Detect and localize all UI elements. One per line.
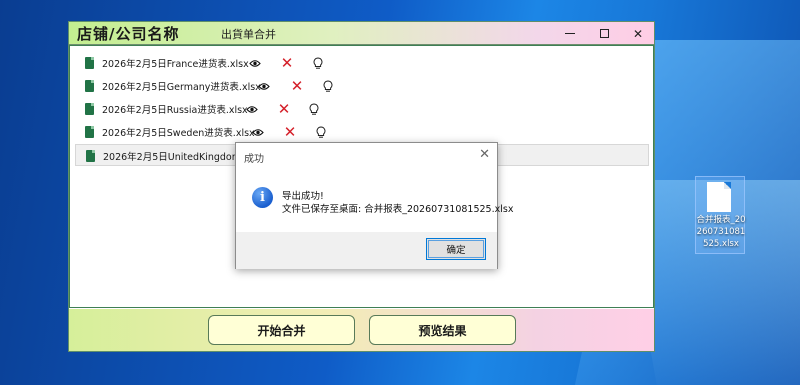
dialog-title: 成功: [244, 154, 264, 165]
lightbulb-icon[interactable]: [305, 99, 323, 119]
dialog-footer: 确定: [236, 232, 497, 269]
document-icon: [707, 182, 731, 212]
x-icon[interactable]: ✕: [275, 99, 293, 119]
file-row-sweden[interactable]: 2026年2月5日Sweden进货表.xlsx ✕: [75, 121, 649, 143]
excel-file-icon: [85, 103, 94, 115]
desktop: { "app": { "title": "店铺/公司名称", "menu_lab…: [0, 0, 800, 385]
eye-icon[interactable]: [249, 122, 267, 142]
info-icon: i: [252, 187, 273, 208]
dialog-message-line1: 导出成功!: [282, 191, 324, 202]
maximize-button[interactable]: [587, 22, 621, 45]
minimize-button[interactable]: [553, 22, 587, 45]
dialog-close-icon[interactable]: ✕: [479, 147, 490, 162]
file-row-france[interactable]: 2026年2月5日France进货表.xlsx ✕: [75, 52, 649, 74]
file-name: 2026年2月5日France进货表.xlsx: [102, 59, 249, 70]
file-row-russia[interactable]: 2026年2月5日Russia进货表.xlsx ✕: [75, 98, 649, 120]
maximize-icon: [599, 29, 609, 38]
close-icon: ✕: [632, 26, 644, 41]
lightbulb-icon[interactable]: [309, 53, 327, 73]
desktop-file-merged-report[interactable]: 合并报表_20260731081525.xlsx: [695, 176, 746, 254]
lightbulb-icon[interactable]: [319, 76, 337, 96]
file-row-germany[interactable]: 2026年2月5日Germany进货表.xlsx ✕: [75, 75, 649, 97]
dialog-message-line2: 文件已保存至桌面: 合并报表_20260731081525.xlsx: [282, 204, 514, 215]
x-icon[interactable]: ✕: [281, 122, 299, 142]
eye-icon[interactable]: [243, 99, 261, 119]
eye-icon[interactable]: [246, 53, 264, 73]
desktop-file-label: 合并报表_20260731081525.xlsx: [696, 215, 746, 249]
close-button[interactable]: ✕: [621, 22, 654, 45]
menu-merge-shipping[interactable]: 出貨单合并: [221, 26, 276, 42]
eye-icon[interactable]: [255, 76, 273, 96]
excel-file-icon: [85, 126, 94, 138]
file-name: 2026年2月5日Sweden进货表.xlsx: [102, 128, 255, 139]
file-name: 2026年2月5日Germany进货表.xlsx: [102, 82, 261, 93]
app-title: 店铺/公司名称: [77, 25, 180, 43]
file-name: 2026年2月5日Russia进货表.xlsx: [102, 105, 248, 116]
excel-file-icon: [85, 57, 94, 69]
preview-result-button[interactable]: 预览结果: [369, 315, 516, 345]
excel-file-icon: [86, 150, 95, 162]
minimize-icon: [565, 33, 575, 34]
x-icon[interactable]: ✕: [278, 53, 296, 73]
success-dialog: 成功 ✕ i 导出成功! 文件已保存至桌面: 合并报表_202607310815…: [235, 142, 513, 269]
action-bar: 开始合并 预览结果: [69, 309, 654, 351]
title-bar[interactable]: 店铺/公司名称 出貨单合并 ✕: [69, 22, 654, 45]
excel-file-icon: [85, 80, 94, 92]
start-merge-button[interactable]: 开始合并: [208, 315, 355, 345]
ok-button[interactable]: 确定: [426, 238, 486, 260]
x-icon[interactable]: ✕: [288, 76, 306, 96]
lightbulb-icon[interactable]: [312, 122, 330, 142]
